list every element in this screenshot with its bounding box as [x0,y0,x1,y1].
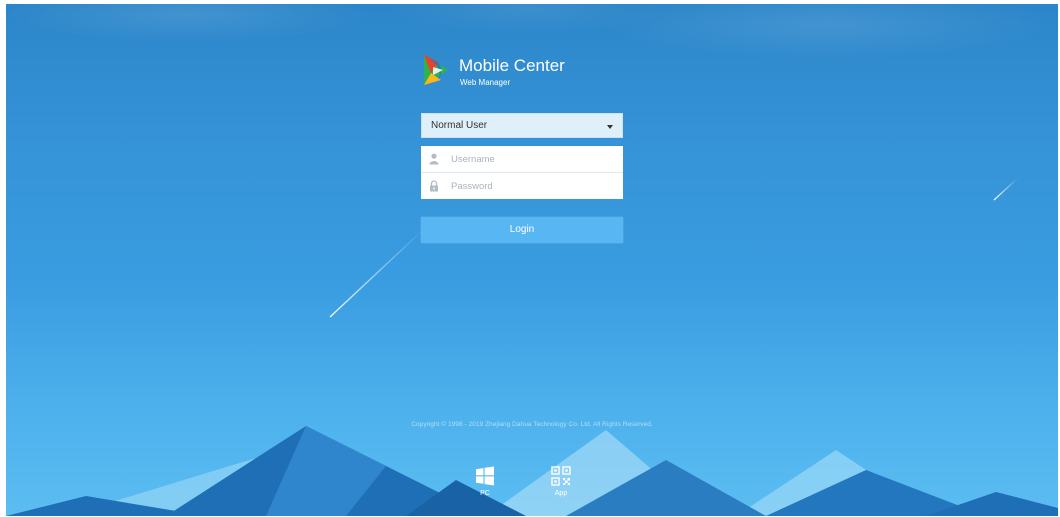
username-input[interactable] [451,150,611,168]
chevron-down-icon [607,125,613,129]
app-subtitle: Web Manager [460,78,511,87]
login-button[interactable]: Login [421,217,623,243]
lock-icon [430,180,438,192]
credentials-box [421,146,623,199]
login-page: Mobile Center Web Manager Normal User Lo… [6,4,1058,516]
download-pc[interactable]: PC [465,466,505,497]
app-title: Mobile Center [459,56,565,75]
windows-icon [476,466,494,486]
mountain-landscape [6,426,1058,516]
user-type-value: Normal User [431,120,488,131]
password-row [421,173,623,199]
meteor-right [993,177,1019,201]
user-icon [429,153,439,165]
download-app-label: App [554,490,568,497]
user-type-select[interactable]: Normal User [421,113,623,138]
dss-logo-icon [424,55,448,85]
app-logo: Mobile Center Web Manager [421,51,581,91]
qr-code-icon [551,466,571,486]
download-app[interactable]: App [541,466,581,497]
download-pc-label: PC [480,490,490,497]
username-row [421,146,623,173]
meteor-left [329,228,425,318]
password-input[interactable] [451,177,611,195]
